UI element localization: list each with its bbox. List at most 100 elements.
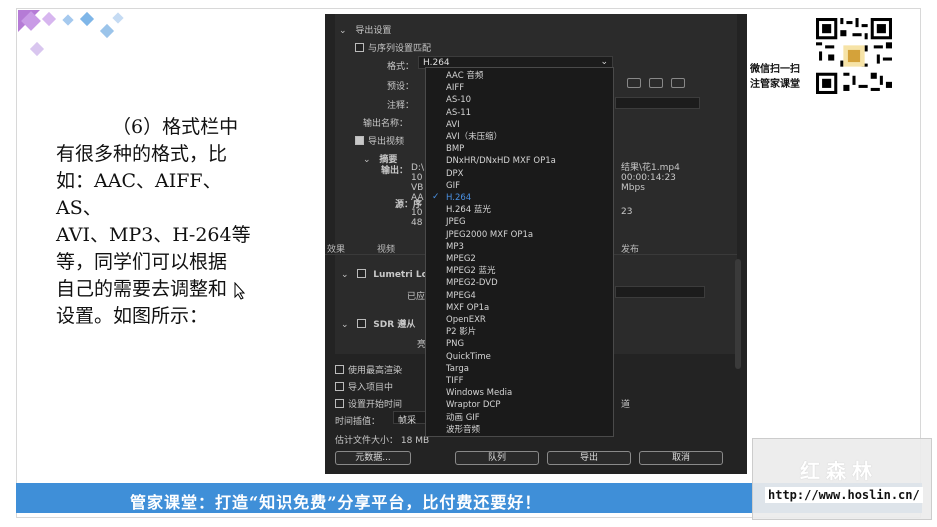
format-option[interactable]: 动画 GIF — [446, 412, 480, 424]
chevron-down-icon: ⌄ — [341, 320, 349, 330]
checkbox-box[interactable] — [335, 399, 344, 408]
format-option[interactable]: Targa — [446, 363, 469, 375]
match-sequence-checkbox[interactable]: 与序列设置匹配 — [355, 41, 431, 54]
checkbox-box[interactable] — [335, 382, 344, 391]
scrollbar[interactable] — [735, 259, 741, 369]
output-line: 10 — [411, 173, 423, 183]
source-line: 48 — [411, 218, 423, 228]
checkbox-box[interactable] — [355, 136, 364, 145]
format-option[interactable]: AAC 音频 — [446, 70, 483, 82]
paragraph-line: 有很多种的格式，比 — [56, 143, 228, 165]
lumetri-select[interactable] — [615, 286, 705, 298]
format-option[interactable]: P2 影片 — [446, 326, 476, 338]
checkbox-box[interactable] — [357, 269, 367, 278]
format-option[interactable]: JPEG — [446, 216, 466, 228]
qr-code-icon — [816, 18, 892, 94]
sdr-row[interactable]: ⌄ SDR 遵从 — [341, 317, 415, 330]
tab-video[interactable]: 视频 — [377, 242, 395, 255]
watermark-url: http://www.hoslin.cn/ — [765, 487, 923, 503]
paragraph-line: 设置。如图所示： — [56, 305, 209, 327]
format-option[interactable]: AS-11 — [446, 107, 471, 119]
cancel-button[interactable]: 取消 — [639, 451, 723, 465]
format-label: 格式： — [387, 62, 415, 72]
set-start-time-checkbox[interactable]: 设置开始时间 — [335, 397, 402, 410]
format-option[interactable]: OpenEXR — [446, 314, 486, 326]
output-label: 输出： — [381, 166, 409, 176]
format-option[interactable]: 波形音频 — [446, 424, 480, 436]
paragraph-line: 如：AAC、AIFF、AS、 — [56, 170, 222, 219]
format-option[interactable]: MPEG4 — [446, 290, 476, 302]
comment-field[interactable] — [615, 97, 700, 109]
save-preset-icon[interactable] — [649, 78, 663, 88]
format-option[interactable]: Windows Media — [446, 387, 512, 399]
format-option[interactable]: AVI — [446, 119, 460, 131]
checkbox-box[interactable] — [357, 319, 367, 328]
checkbox-box[interactable] — [335, 365, 344, 374]
comment-label: 注释： — [387, 101, 415, 111]
format-option[interactable]: MPEG2 — [446, 253, 476, 265]
checkmark-icon: ✓ — [432, 192, 440, 202]
checkbox-box[interactable] — [355, 43, 364, 52]
format-option[interactable]: MPEG2-DVD — [446, 277, 498, 289]
watermark-logo: 红森林 — [800, 459, 878, 483]
output-right-line: 结果\花1.mp4 — [621, 163, 680, 173]
qr-caption-line: 注管家课堂 — [750, 79, 800, 90]
format-option[interactable]: AIFF — [446, 82, 464, 94]
format-option[interactable]: AVI（未压缩） — [446, 131, 502, 143]
tab-effects[interactable]: 效果 — [327, 242, 345, 255]
format-option-selected[interactable]: H.264 — [446, 192, 471, 204]
paragraph-line: AVI、MP3、H-264等 — [56, 224, 251, 246]
format-option[interactable]: MPEG2 蓝光 — [446, 265, 496, 277]
queue-button[interactable]: 队列 — [455, 451, 539, 465]
match-sequence-label: 与序列设置匹配 — [368, 44, 432, 54]
delete-preset-icon[interactable] — [671, 78, 685, 88]
export-video-checkbox[interactable]: 导出视频 — [355, 134, 404, 147]
format-option[interactable]: QuickTime — [446, 351, 491, 363]
import-preset-icon[interactable] — [627, 78, 641, 88]
lumetri-label: Lumetri Lo — [373, 270, 428, 280]
banner-text: 管家课堂：打造“知识免费”分享平台，比付费还要好！ — [130, 493, 542, 512]
time-interpolation-label: 时间插值： — [335, 417, 381, 427]
applied-label: 已应 — [407, 292, 426, 302]
output-line: VB — [411, 183, 424, 193]
output-line: D:\ — [411, 163, 424, 173]
export-settings-header[interactable]: ⌄ 导出设置 — [339, 23, 391, 36]
format-option[interactable]: DPX — [446, 168, 464, 180]
format-option[interactable]: MXF OP1a — [446, 302, 489, 314]
use-max-render-checkbox[interactable]: 使用最高渲染 — [335, 363, 402, 376]
qr-caption-line: 微信扫一扫 — [750, 64, 800, 75]
file-size-row: 估计文件大小： 18 MB — [335, 433, 429, 446]
qr-caption: 微信扫一扫 注管家课堂 — [750, 62, 800, 92]
output-info-right: 结果\花1.mp4 00:00:14:23 Mbps — [621, 163, 680, 193]
format-option[interactable]: GIF — [446, 180, 460, 192]
format-option[interactable]: TIFF — [446, 375, 463, 387]
chevron-down-icon: ⌄ — [341, 270, 349, 280]
source-info: 10 48 — [411, 208, 422, 228]
output-right-line: Mbps — [621, 183, 645, 193]
lumetri-row[interactable]: ⌄ Lumetri Lo — [341, 269, 428, 280]
set-start-time-label: 设置开始时间 — [348, 400, 403, 410]
source-info-right: 23 — [621, 207, 633, 217]
import-project-checkbox[interactable]: 导入项目中 — [335, 380, 393, 393]
paragraph-line: （6）格式栏中 — [112, 116, 239, 138]
export-button[interactable]: 导出 — [547, 451, 631, 465]
format-option[interactable]: MP3 — [446, 241, 464, 253]
format-option[interactable]: Wraptor DCP — [446, 399, 500, 411]
metadata-button[interactable]: 元数据... — [335, 451, 411, 465]
decorative-stripes-icon — [18, 10, 124, 57]
tab-publish[interactable]: 发布 — [621, 242, 639, 255]
time-interpolation-value: 帧采 — [398, 416, 417, 426]
format-option[interactable]: DNxHR/DNxHD MXF OP1a — [446, 155, 556, 167]
format-option[interactable]: AS-10 — [446, 94, 471, 106]
time-interpolation-select[interactable]: 帧采 — [393, 411, 429, 426]
format-option[interactable]: JPEG2000 MXF OP1a — [446, 229, 533, 241]
preset-label: 预设： — [387, 82, 415, 92]
file-size-value: 18 MB — [400, 436, 430, 446]
channel-label: 道 — [621, 400, 631, 410]
format-option[interactable]: H.264 蓝光 — [446, 204, 491, 216]
format-option[interactable]: PNG — [446, 338, 464, 350]
export-video-label: 导出视频 — [368, 137, 405, 147]
source-line: 10 — [411, 208, 423, 218]
format-option[interactable]: BMP — [446, 143, 464, 155]
use-max-render-label: 使用最高渲染 — [348, 366, 403, 376]
